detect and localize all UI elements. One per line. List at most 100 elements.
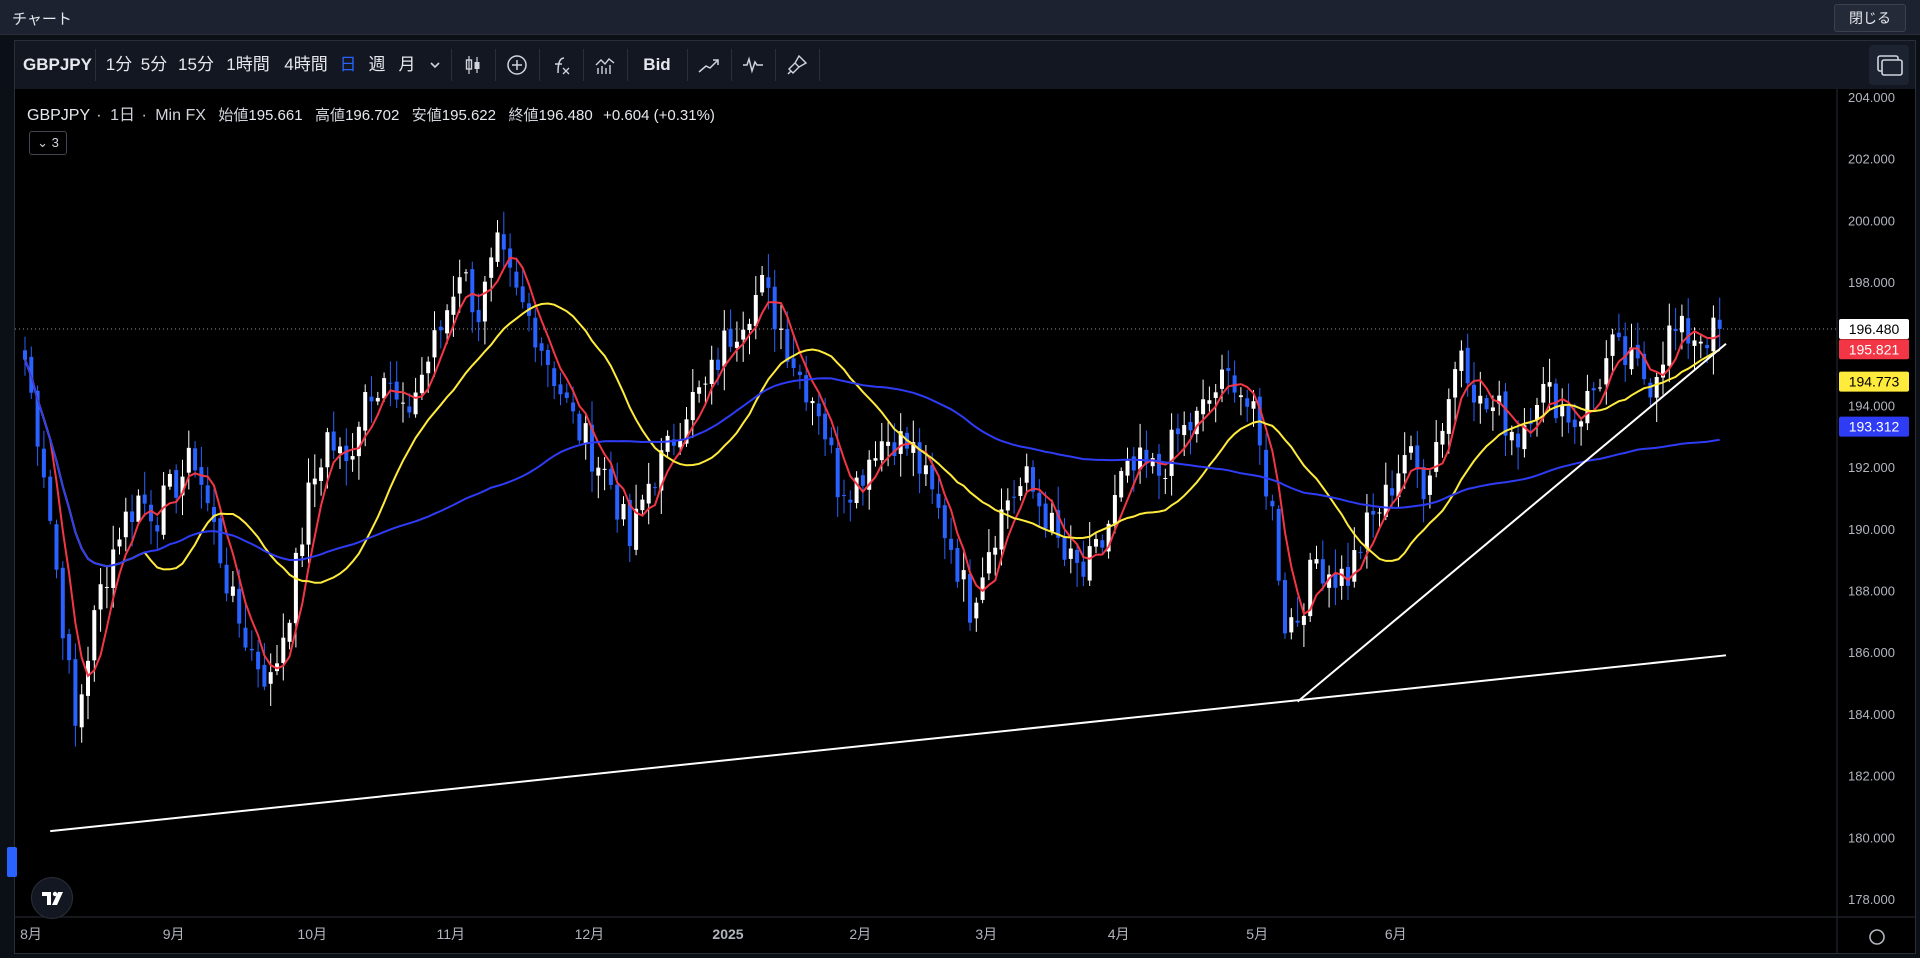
candle-body bbox=[1623, 336, 1628, 365]
candle-body bbox=[873, 458, 878, 461]
candle-body bbox=[753, 294, 758, 327]
candle-body bbox=[1541, 383, 1546, 403]
candle-body bbox=[445, 310, 450, 334]
candle-body bbox=[823, 413, 828, 440]
candle-body bbox=[1283, 580, 1287, 634]
add-compare-icon[interactable] bbox=[505, 53, 529, 77]
price-chart[interactable]: 204.000202.000200.000198.000196.000194.0… bbox=[15, 89, 1915, 953]
candle-body bbox=[325, 432, 330, 468]
time-axis-label: 3月 bbox=[975, 926, 997, 942]
candle-body bbox=[879, 441, 884, 461]
candle-body bbox=[1503, 391, 1508, 436]
time-axis-label: 2月 bbox=[849, 926, 871, 942]
interval-4h[interactable]: 4時間 bbox=[279, 41, 333, 89]
candle-body bbox=[287, 622, 292, 642]
brush-icon[interactable] bbox=[785, 53, 809, 77]
candle-body bbox=[1585, 391, 1590, 424]
legend-close-value: 196.480 bbox=[538, 107, 593, 124]
candle-body bbox=[785, 328, 790, 362]
candle-body bbox=[1005, 500, 1010, 511]
candle-body bbox=[665, 435, 670, 452]
legend-separator: · bbox=[141, 107, 147, 124]
chart-type-icon[interactable] bbox=[593, 53, 617, 77]
candle-body bbox=[98, 584, 103, 610]
candle-body bbox=[501, 234, 506, 250]
candle-body bbox=[1081, 561, 1086, 577]
candle-body bbox=[495, 232, 500, 262]
time-axis-label: 4月 bbox=[1108, 926, 1130, 942]
candle-body bbox=[1333, 573, 1338, 588]
candle-body bbox=[482, 281, 487, 322]
legend-high-value: 196.702 bbox=[345, 107, 400, 124]
interval-dropdown-chevron-icon[interactable] bbox=[423, 53, 447, 77]
price-type-button[interactable]: Bid bbox=[633, 41, 681, 89]
candle-body bbox=[1547, 382, 1552, 387]
candle-body bbox=[382, 378, 387, 399]
candle-body bbox=[136, 495, 141, 522]
interval-week[interactable]: 週 bbox=[365, 41, 389, 89]
price-axis-label: 202.000 bbox=[1848, 152, 1895, 167]
candle-body bbox=[1654, 376, 1659, 398]
legend-close-label: 終値 bbox=[508, 107, 539, 124]
candle-body bbox=[703, 383, 708, 385]
candle-body bbox=[1049, 512, 1054, 532]
candle-body bbox=[1138, 447, 1143, 470]
time-axis-label: 2025 bbox=[712, 926, 743, 942]
candle-body bbox=[1686, 318, 1691, 344]
candle-body bbox=[1037, 492, 1042, 507]
symbol-button[interactable]: GBPJPY bbox=[23, 41, 92, 89]
left-panel-handle[interactable] bbox=[7, 847, 17, 877]
interval-day[interactable]: 日 bbox=[337, 41, 359, 89]
toolbar-divider bbox=[775, 49, 776, 81]
toolbar-divider bbox=[451, 49, 452, 81]
candle-body bbox=[722, 330, 727, 367]
time-axis-label: 10月 bbox=[297, 926, 327, 942]
candle-body bbox=[306, 482, 311, 545]
replay-icon[interactable] bbox=[741, 53, 765, 77]
interval-5m[interactable]: 5分 bbox=[137, 41, 171, 89]
trend-drawing-icon[interactable] bbox=[697, 53, 721, 77]
candle-body bbox=[779, 328, 783, 330]
price-label-text: 196.480 bbox=[1849, 321, 1900, 337]
candle-body bbox=[1276, 508, 1281, 581]
candle-body bbox=[230, 586, 235, 596]
tradingview-logo-icon[interactable] bbox=[31, 877, 73, 919]
candle-body bbox=[596, 467, 601, 476]
candle-body bbox=[1465, 347, 1470, 384]
candle-body bbox=[23, 350, 27, 360]
candle-body bbox=[1472, 384, 1476, 403]
candle-body bbox=[1043, 503, 1048, 529]
interval-15m[interactable]: 15分 bbox=[175, 41, 217, 89]
candle-body bbox=[1087, 546, 1092, 581]
interval-1h[interactable]: 1時間 bbox=[221, 41, 275, 89]
candle-body bbox=[1610, 334, 1615, 356]
indicators-icon[interactable] bbox=[549, 53, 573, 77]
legend-open-value: 195.661 bbox=[248, 107, 303, 124]
interval-1m[interactable]: 1分 bbox=[103, 41, 135, 89]
price-label-text: 193.312 bbox=[1849, 419, 1900, 435]
price-label-text: 194.773 bbox=[1849, 374, 1900, 390]
candle-body bbox=[1679, 315, 1684, 333]
price-axis-label: 184.000 bbox=[1848, 707, 1895, 722]
candle-body bbox=[92, 610, 97, 661]
interval-month[interactable]: 月 bbox=[395, 41, 419, 89]
candle-body bbox=[1440, 430, 1445, 445]
legend-collapse-button[interactable]: ⌄ 3 bbox=[29, 131, 67, 155]
candle-body bbox=[205, 485, 210, 504]
candle-body bbox=[375, 397, 380, 402]
candle-style-icon[interactable] bbox=[461, 53, 485, 77]
toolbar-divider bbox=[95, 49, 96, 81]
candle-body bbox=[1667, 325, 1672, 366]
candle-body bbox=[451, 296, 456, 315]
candle-body bbox=[1131, 456, 1136, 471]
candle-body bbox=[60, 567, 65, 639]
candle-body bbox=[1188, 421, 1193, 431]
candle-body bbox=[1358, 551, 1363, 553]
candle-body bbox=[237, 588, 242, 624]
candle-body bbox=[338, 446, 342, 454]
layout-icon[interactable] bbox=[1869, 45, 1909, 85]
chart-background bbox=[15, 89, 1915, 953]
close-button[interactable]: 閉じる bbox=[1834, 4, 1906, 32]
price-axis-label: 200.000 bbox=[1848, 213, 1895, 228]
candle-body bbox=[249, 648, 254, 651]
